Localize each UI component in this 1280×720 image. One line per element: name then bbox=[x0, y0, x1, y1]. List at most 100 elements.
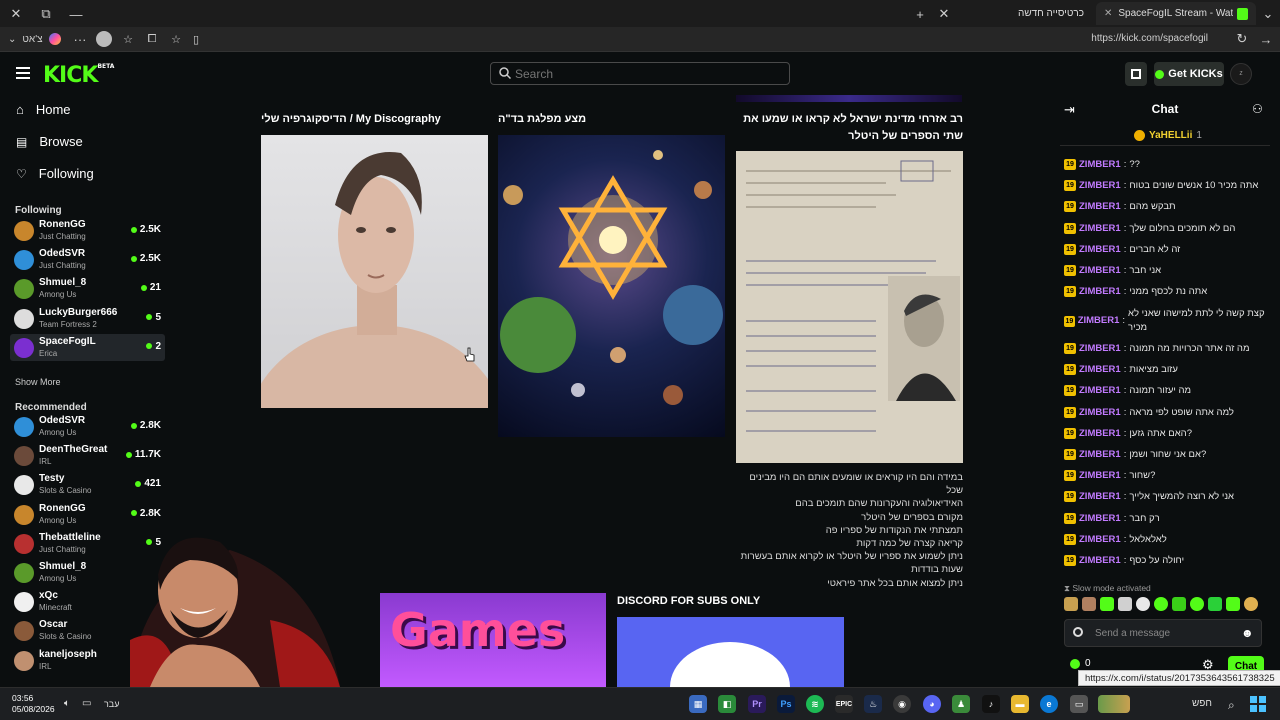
file-explorer-icon[interactable]: ▬ bbox=[1011, 695, 1029, 713]
dashboard-button[interactable] bbox=[1125, 62, 1147, 86]
emote-icon[interactable] bbox=[1064, 597, 1078, 611]
party-platform-image[interactable] bbox=[498, 135, 725, 437]
tab-menu-chevron-icon[interactable]: ⌄ bbox=[1258, 4, 1278, 24]
chat-username[interactable]: ZIMBER1 bbox=[1079, 555, 1121, 566]
forward-icon[interactable]: → bbox=[1256, 29, 1276, 49]
hamburger-menu-icon[interactable] bbox=[16, 67, 30, 79]
sidebar-nav-browse[interactable]: ▤ Browse bbox=[16, 134, 83, 149]
chat-username[interactable]: ZIMBER1 bbox=[1079, 407, 1121, 418]
spotify-icon[interactable]: ≋ bbox=[806, 695, 824, 713]
user-avatar[interactable]: Z bbox=[1230, 63, 1252, 85]
chat-username[interactable]: ZIMBER1 bbox=[1079, 428, 1121, 439]
chat-identity-icon[interactable] bbox=[1073, 627, 1083, 637]
chat-username[interactable]: ZIMBER1 bbox=[1079, 534, 1121, 545]
chat-username[interactable]: ZIMBER1 bbox=[1078, 314, 1120, 328]
sidebar-channel-odedsvr[interactable]: OdedSVR Among Us 2.8K bbox=[10, 413, 165, 440]
reading-view-icon[interactable]: ▯ bbox=[186, 29, 206, 49]
chat-message[interactable]: 19 ZIMBER1: תבקש מהם bbox=[1064, 201, 1176, 213]
chat-message[interactable]: 19 ZIMBER1: אתה נת לכסף ממני bbox=[1064, 286, 1207, 298]
discord-image[interactable] bbox=[617, 617, 844, 687]
chat-username[interactable]: ZIMBER1 bbox=[1079, 385, 1121, 396]
premiere-icon[interactable]: Pr bbox=[748, 695, 766, 713]
document-image[interactable] bbox=[736, 151, 963, 463]
sidebar-channel-deenthegreat[interactable]: DeenTheGreat IRL 11.7K bbox=[10, 442, 165, 469]
show-more-link[interactable]: Show More bbox=[15, 377, 61, 387]
sidebar-channel-luckyburger666[interactable]: LuckyBurger666 Team Fortress 2 5 bbox=[10, 305, 165, 332]
chat-users-icon[interactable]: ⚇ bbox=[1252, 102, 1263, 116]
chat-username[interactable]: ZIMBER1 bbox=[1079, 470, 1121, 481]
refresh-icon[interactable]: ↻ bbox=[1232, 29, 1252, 49]
emote-icon[interactable] bbox=[1208, 597, 1222, 611]
add-favorite-icon[interactable]: ☆ bbox=[166, 29, 186, 49]
tab-spacefogil-stream[interactable]: ✕ SpaceFogIL Stream - Watch Live o bbox=[1096, 2, 1256, 25]
chat-username[interactable]: ZIMBER1 bbox=[1079, 364, 1121, 375]
search-input[interactable] bbox=[490, 62, 790, 85]
search-icon[interactable]: ⌕ bbox=[1228, 698, 1235, 713]
epic-games-icon[interactable]: EPIC bbox=[835, 695, 853, 713]
minimize-window-icon[interactable]: — bbox=[66, 4, 86, 24]
extensions-icon[interactable]: ⧠ bbox=[142, 29, 162, 49]
chat-username[interactable]: ZIMBER1 bbox=[1079, 159, 1121, 170]
profile-avatar[interactable] bbox=[96, 31, 112, 47]
chat-username[interactable]: ZIMBER1 bbox=[1079, 449, 1121, 460]
emote-icon[interactable] bbox=[1118, 597, 1132, 611]
chat-username[interactable]: ZIMBER1 bbox=[1079, 180, 1121, 191]
sidebar-channel-spacefogil[interactable]: SpaceFogIL Erica 2 bbox=[10, 333, 165, 361]
taskbar-search[interactable]: חפש bbox=[1192, 698, 1212, 709]
app-icon[interactable]: ◧ bbox=[718, 695, 736, 713]
windows-start-icon[interactable] bbox=[1250, 696, 1266, 712]
chat-username[interactable]: ZIMBER1 bbox=[1079, 286, 1121, 297]
emote-icon[interactable] bbox=[1136, 597, 1150, 611]
sidebar-nav-home[interactable]: ⌂ Home bbox=[16, 102, 71, 117]
sidebar-channel-shmuel_8[interactable]: Shmuel_8 Among Us 21 bbox=[10, 275, 165, 302]
new-tab-icon[interactable]: + bbox=[910, 4, 930, 24]
chat-message[interactable]: 19 ZIMBER1: הם לא תומכים בחלום שלך bbox=[1064, 222, 1235, 234]
tab-new-tab[interactable]: כרטיסייה חדשה bbox=[1010, 2, 1096, 25]
volume-icon[interactable]: 🔈︎ bbox=[64, 698, 70, 709]
chat-message[interactable]: 19 ZIMBER1: לאלאלאל bbox=[1064, 533, 1167, 545]
chat-username[interactable]: ZIMBER1 bbox=[1079, 491, 1121, 502]
network-icon[interactable]: ▭ bbox=[82, 698, 91, 709]
calculator-icon[interactable]: ▦ bbox=[689, 695, 707, 713]
emote-icon[interactable] bbox=[1172, 597, 1186, 611]
chat-message[interactable]: 19 ZIMBER1: קצת קשה לי לתת למישהו שאני לא … bbox=[1064, 307, 1269, 335]
emote-icon[interactable] bbox=[1082, 597, 1096, 611]
emoji-picker-icon[interactable]: ☻ bbox=[1241, 626, 1254, 640]
app-icon[interactable]: ♟ bbox=[952, 695, 970, 713]
chat-message[interactable]: 19 ZIMBER1: עזוב מציאות bbox=[1064, 364, 1178, 376]
sidebar-channel-testy[interactable]: Testy Slots & Casino 421 bbox=[10, 471, 165, 498]
steam-icon[interactable]: ♨ bbox=[864, 695, 882, 713]
chat-username[interactable]: ZIMBER1 bbox=[1079, 201, 1121, 212]
chat-message[interactable]: 19 ZIMBER1: האם אתה גזען? bbox=[1064, 427, 1192, 439]
emote-icon[interactable] bbox=[1244, 597, 1258, 611]
chat-message-input[interactable]: Send a message ☻ bbox=[1064, 619, 1262, 647]
restore-window-icon[interactable]: ⧉ bbox=[36, 4, 56, 24]
copilot-chat-button[interactable]: ⌄ צ'אט bbox=[8, 33, 61, 45]
chat-username[interactable]: ZIMBER1 bbox=[1079, 223, 1121, 234]
chat-message[interactable]: 19 ZIMBER1: אני חבר bbox=[1064, 265, 1161, 276]
language-indicator[interactable]: עבר bbox=[104, 699, 119, 709]
obs-icon[interactable]: ◉ bbox=[893, 695, 911, 713]
emote-icon[interactable] bbox=[1154, 597, 1168, 611]
chat-username[interactable]: ZIMBER1 bbox=[1079, 513, 1121, 524]
chat-message[interactable]: 19 ZIMBER1: למה אתה שופט לפי מראה bbox=[1064, 406, 1234, 418]
discography-image[interactable] bbox=[261, 135, 488, 408]
pinned-gifter[interactable]: YaHELLii 1 bbox=[1134, 130, 1202, 141]
chat-message[interactable]: 19 ZIMBER1:?? bbox=[1064, 159, 1140, 170]
chat-username[interactable]: ZIMBER1 bbox=[1079, 265, 1121, 276]
get-kicks-button[interactable]: Get KICKs bbox=[1154, 62, 1224, 86]
chat-message[interactable]: 19 ZIMBER1: מה יעזור תמונה bbox=[1064, 385, 1191, 397]
emote-icon[interactable] bbox=[1100, 597, 1114, 611]
url-field[interactable]: https://kick.com/spacefogil bbox=[1070, 33, 1208, 44]
emote-icon[interactable] bbox=[1190, 597, 1204, 611]
games-banner-image[interactable]: Games bbox=[380, 593, 606, 687]
taskview-icon[interactable]: ▭ bbox=[1070, 695, 1088, 713]
photoshop-icon[interactable]: Ps bbox=[777, 695, 795, 713]
emote-icon[interactable] bbox=[1226, 597, 1240, 611]
chat-username[interactable]: ZIMBER1 bbox=[1079, 343, 1121, 354]
chat-message[interactable]: 19 ZIMBER1: רק חבר bbox=[1064, 512, 1160, 524]
chat-message[interactable]: 19 ZIMBER1: אתה מכיר 10 אנשים שונים בטוח bbox=[1064, 180, 1258, 192]
sidebar-channel-odedsvr[interactable]: OdedSVR Just Chatting 2.5K bbox=[10, 246, 165, 273]
chat-message[interactable]: 19 ZIMBER1: יחולה על כסף bbox=[1064, 554, 1184, 566]
chat-username[interactable]: ZIMBER1 bbox=[1079, 244, 1121, 255]
